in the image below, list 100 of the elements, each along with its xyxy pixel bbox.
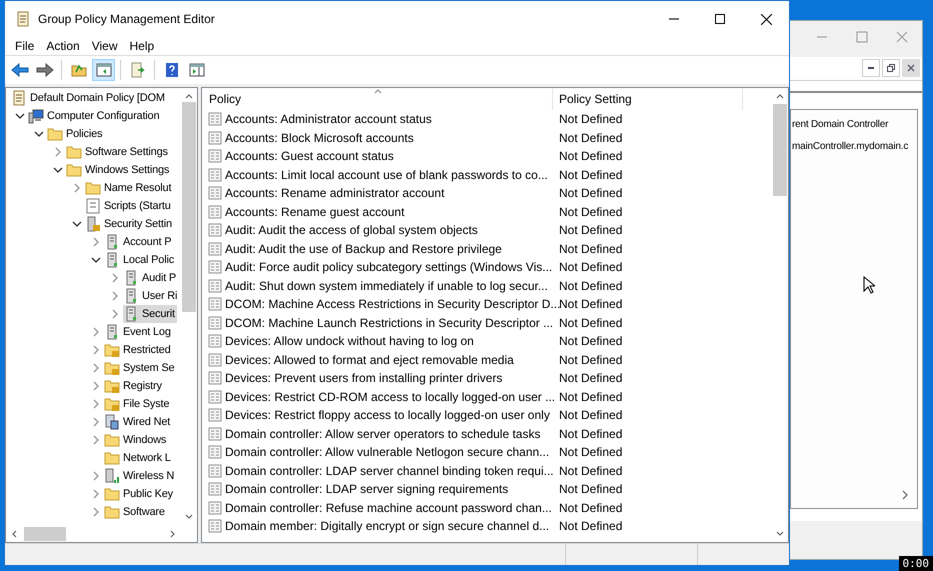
menu-item[interactable]: Action: [40, 37, 86, 55]
child-restore-button[interactable]: [882, 59, 900, 77]
policy-name: Devices: Restrict CD-ROM access to locally logged-on user ...: [225, 388, 556, 406]
policy-name: Domain controller: Allow vulnerable Netlogon secure chann...: [225, 444, 550, 462]
policy-icon: [208, 445, 222, 460]
tree-item[interactable]: Policies: [47, 125, 104, 143]
policy-icon: [208, 334, 222, 348]
scroll-thumb[interactable]: [773, 104, 787, 196]
scroll-down-icon[interactable]: [185, 513, 193, 521]
secure-server-icon: [85, 216, 101, 232]
scroll-down-icon[interactable]: [776, 530, 784, 538]
chevron-right-icon[interactable]: [110, 309, 120, 319]
tree-item[interactable]: System Se: [104, 359, 176, 377]
chevron-right-icon[interactable]: [91, 381, 101, 391]
chevron-right-icon[interactable]: [91, 399, 101, 409]
menu-item[interactable]: File: [9, 37, 40, 55]
tree-item[interactable]: Securit: [123, 305, 177, 323]
tree-item[interactable]: Software Settings: [66, 143, 170, 161]
tree-item[interactable]: Windows Settings: [66, 161, 172, 179]
scroll-right-icon[interactable]: [901, 490, 909, 500]
locked-folder-icon: [104, 378, 120, 394]
policy-setting: Not Defined: [558, 444, 622, 462]
scroll-icon: [15, 11, 31, 27]
console-tree-icon: [96, 63, 112, 77]
policy-setting: Not Defined: [558, 314, 622, 332]
column-header[interactable]: Policy: [202, 88, 553, 110]
scroll-up-icon[interactable]: [185, 92, 193, 100]
chevron-right-icon[interactable]: [72, 183, 82, 193]
policy-icon: [208, 186, 222, 200]
tree-item[interactable]: Local Polic: [104, 251, 176, 269]
tree-item[interactable]: User Ri: [123, 287, 180, 305]
menu-item[interactable]: View: [86, 37, 124, 55]
tree-item[interactable]: Restricted: [104, 341, 173, 359]
policy-name: Accounts: Administrator account status: [225, 111, 432, 128]
menu-item[interactable]: Help: [124, 37, 160, 55]
policy-name: Domain controller: Allow server operators to schedule tasks: [225, 426, 540, 443]
chevron-right-icon[interactable]: [91, 471, 101, 481]
tree-item[interactable]: Public Key: [104, 485, 175, 503]
tree-item[interactable]: Scripts (Startu: [85, 197, 173, 215]
tree-item[interactable]: Software: [104, 503, 167, 521]
chevron-right-icon[interactable]: [91, 417, 101, 427]
tree-item[interactable]: Name Resolut: [85, 179, 174, 197]
policy-setting: Not Defined: [558, 204, 622, 221]
tree-item[interactable]: Computer Configuration: [28, 107, 162, 125]
mouse-cursor-icon: [863, 276, 875, 294]
folder-icon: [66, 144, 82, 160]
tree-item[interactable]: Wired Net: [104, 413, 172, 431]
column-header[interactable]: Policy Setting: [553, 88, 743, 110]
chevron-right-icon[interactable]: [53, 147, 63, 157]
scroll-up-icon[interactable]: [776, 92, 784, 100]
chevron-right-icon[interactable]: [91, 435, 101, 445]
policy-icon: [208, 519, 222, 534]
chevron-down-icon[interactable]: [72, 219, 82, 229]
chevron-right-icon[interactable]: [110, 291, 120, 301]
chevron-down-icon[interactable]: [91, 255, 101, 265]
chevron-right-icon[interactable]: [91, 345, 101, 355]
tree-item[interactable]: Event Log: [104, 323, 173, 341]
maximize-icon[interactable]: [856, 31, 868, 43]
policy-setting: Not Defined: [558, 426, 622, 443]
chevron-right-icon[interactable]: [91, 363, 101, 373]
chevron-right-icon[interactable]: [110, 273, 120, 283]
tree-item[interactable]: Account P: [104, 233, 174, 251]
forward-arrow-icon: [36, 62, 54, 78]
tree-item[interactable]: Security Settin: [85, 215, 174, 233]
chevron-down-icon[interactable]: [15, 111, 25, 121]
toolbar-button[interactable]: [92, 59, 115, 81]
scroll-thumb[interactable]: [182, 102, 196, 312]
policy-icon: [208, 242, 222, 256]
policy-name: Accounts: Rename administrator account: [225, 185, 444, 202]
chevron-right-icon[interactable]: [91, 507, 101, 517]
child-close-button[interactable]: [902, 59, 920, 77]
tree-item[interactable]: Default Domain Policy [DOM: [11, 89, 167, 107]
policy-name: Devices: Prevent users from installing printer drivers: [225, 370, 502, 388]
policy-setting: Not Defined: [558, 407, 622, 424]
folder-icon: [66, 162, 82, 178]
tree-item[interactable]: Windows: [104, 431, 168, 449]
chevron-right-icon[interactable]: [91, 327, 101, 337]
tree-item[interactable]: Audit P: [123, 269, 178, 287]
tree-item[interactable]: Registry: [104, 377, 164, 395]
policy-icon: [208, 204, 222, 219]
scroll-right-icon[interactable]: [169, 530, 177, 538]
tree-item[interactable]: Network L: [104, 449, 173, 467]
close-icon[interactable]: [896, 31, 908, 43]
policy-name: Devices: Restrict floppy access to locally logged-on user only: [225, 407, 550, 424]
folder-up-icon: [70, 62, 86, 78]
policy-setting: Not Defined: [558, 240, 622, 258]
scroll-left-icon[interactable]: [10, 530, 18, 538]
policy-name: Accounts: Guest account status: [225, 148, 394, 166]
policy-icon: [208, 112, 222, 126]
chevron-down-icon[interactable]: [34, 129, 44, 139]
chevron-down-icon[interactable]: [53, 165, 63, 175]
chevron-right-icon[interactable]: [91, 489, 101, 499]
chevron-right-icon[interactable]: [91, 237, 101, 247]
scroll-thumb[interactable]: [24, 526, 66, 540]
tree-item[interactable]: Wireless N: [104, 467, 176, 485]
locked-folder-icon: [104, 342, 120, 358]
tree-item[interactable]: File Syste: [104, 395, 172, 413]
policy-setting: Not Defined: [558, 148, 622, 166]
child-minimize-button[interactable]: [862, 59, 880, 77]
policy-icon: [208, 482, 222, 496]
